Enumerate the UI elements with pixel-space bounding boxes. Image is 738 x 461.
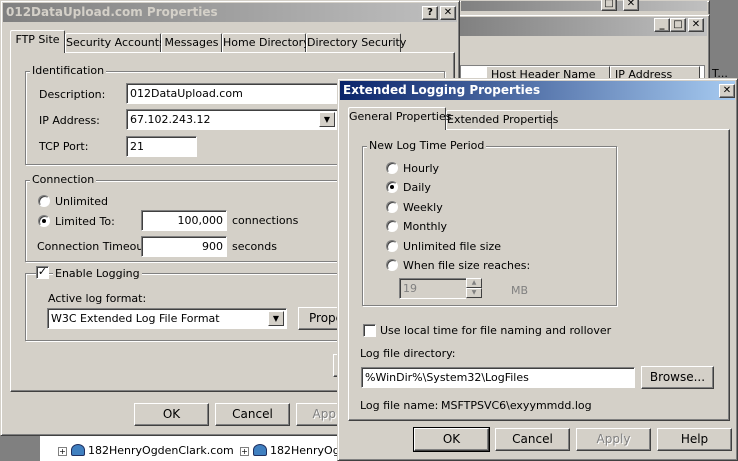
- spin-up-icon[interactable]: ▲: [466, 278, 482, 288]
- mmc-maximize-button[interactable]: □: [670, 18, 686, 32]
- background-window-titlebar: [461, 1, 707, 11]
- bg-maximize-button[interactable]: □: [601, 0, 617, 11]
- unlimited-label: Unlimited: [55, 195, 108, 208]
- connections-unit: connections: [232, 214, 299, 227]
- description-field[interactable]: 012DataUpload.com: [126, 83, 356, 104]
- log-filename-label: Log file name:: [360, 399, 439, 412]
- site-icon: [253, 444, 267, 456]
- tab-home-directory[interactable]: Home Directory: [222, 33, 310, 53]
- monthly-label: Monthly: [403, 220, 448, 233]
- unlimited-size-radio[interactable]: [386, 240, 398, 252]
- help-button[interactable]: Help: [657, 428, 732, 451]
- tab-messages[interactable]: Messages: [161, 33, 222, 53]
- tree-item-label: 182HenryOgdenClark.com: [88, 444, 234, 457]
- expand-icon[interactable]: +: [240, 447, 249, 456]
- file-size-radio[interactable]: [386, 259, 398, 271]
- unlimited-size-label: Unlimited file size: [403, 240, 502, 253]
- close-caption-button[interactable]: ✕: [440, 6, 456, 20]
- monthly-radio[interactable]: [386, 220, 398, 232]
- enable-logging-label: Enable Logging: [53, 267, 142, 281]
- cancel-button[interactable]: Cancel: [215, 403, 290, 426]
- timeout-field[interactable]: 900: [141, 236, 227, 257]
- tab-security-accounts[interactable]: Security Accounts: [65, 33, 165, 53]
- tree-item[interactable]: +182HenryOgdenClark.com: [58, 444, 234, 458]
- identification-label: Identification: [30, 64, 107, 78]
- enable-logging-checkbox[interactable]: ✓: [36, 266, 49, 279]
- weekly-radio[interactable]: [386, 201, 398, 213]
- ok-button[interactable]: OK: [413, 427, 490, 452]
- cancel-button[interactable]: Cancel: [495, 428, 570, 451]
- tab-ftp-site[interactable]: FTP Site: [10, 30, 65, 53]
- tcp-port-field[interactable]: 21: [126, 136, 197, 157]
- ftp-dialog-title: 012DataUpload.com Properties: [6, 5, 218, 19]
- tab-directory-security[interactable]: Directory Security: [306, 33, 406, 53]
- bg-close-button[interactable]: ✕: [623, 0, 639, 11]
- tcp-port-label: TCP Port:: [39, 140, 89, 153]
- daily-radio[interactable]: [386, 181, 398, 193]
- spin-down-icon[interactable]: ▼: [466, 288, 482, 298]
- unlimited-radio[interactable]: [38, 195, 50, 207]
- file-size-field[interactable]: 19: [399, 278, 467, 299]
- local-time-checkbox[interactable]: [363, 324, 376, 337]
- tab-extended-properties[interactable]: Extended Properties: [446, 110, 558, 130]
- mmc-close-button[interactable]: ✕: [688, 18, 704, 32]
- help-caption-button[interactable]: ?: [422, 6, 438, 20]
- apply-button[interactable]: Apply: [576, 428, 651, 451]
- description-label: Description:: [39, 88, 106, 101]
- timeout-label: Connection Timeout:: [37, 240, 152, 253]
- log-dir-field[interactable]: %WinDir%\System32\LogFiles: [361, 367, 635, 388]
- tab-general-properties[interactable]: General Properties: [348, 107, 451, 130]
- ext-dialog-title: Extended Logging Properties: [343, 83, 541, 97]
- mmc-minimize-button[interactable]: _: [654, 18, 670, 32]
- ext-dialog-titlebar: Extended Logging Properties: [340, 81, 735, 100]
- hourly-label: Hourly: [403, 162, 440, 175]
- expand-icon[interactable]: +: [58, 447, 67, 456]
- chevron-down-icon[interactable]: ▼: [319, 112, 335, 127]
- ip-address-value: 67.102.243.12: [130, 113, 211, 126]
- log-filename-value: MSFTPSVC6\exyymmdd.log: [441, 399, 592, 412]
- log-format-value: W3C Extended Log File Format: [51, 312, 220, 325]
- ip-address-combo[interactable]: 67.102.243.12 ▼: [126, 109, 338, 130]
- active-log-format-label: Active log format:: [48, 292, 147, 305]
- seconds-unit: seconds: [232, 240, 277, 253]
- hourly-radio[interactable]: [386, 162, 398, 174]
- log-dir-label: Log file directory:: [360, 347, 456, 360]
- weekly-label: Weekly: [403, 201, 443, 214]
- site-icon: [71, 444, 85, 456]
- ip-address-label: IP Address:: [39, 114, 100, 127]
- log-format-combo[interactable]: W3C Extended Log File Format ▼: [47, 308, 287, 329]
- apply-button[interactable]: App: [296, 403, 341, 426]
- limited-to-radio[interactable]: [38, 215, 50, 227]
- browse-button[interactable]: Browse...: [641, 366, 714, 389]
- ftp-dialog-titlebar: 012DataUpload.com Properties: [3, 3, 457, 22]
- close-caption-button[interactable]: ✕: [719, 84, 735, 98]
- mb-unit: MB: [511, 284, 529, 297]
- daily-label: Daily: [403, 181, 431, 194]
- ok-button[interactable]: OK: [134, 403, 209, 426]
- file-size-label: When file size reaches:: [403, 259, 531, 272]
- limited-to-field[interactable]: 100,000: [141, 210, 227, 231]
- limited-to-label: Limited To:: [55, 215, 115, 228]
- local-time-label: Use local time for file naming and rollo…: [380, 324, 612, 337]
- connection-label: Connection: [30, 173, 97, 187]
- file-size-spinner[interactable]: ▲ ▼: [466, 278, 482, 299]
- time-period-label: New Log Time Period: [367, 139, 487, 153]
- extended-logging-dialog: Extended Logging Properties ✕ General Pr…: [337, 78, 738, 461]
- chevron-down-icon[interactable]: ▼: [268, 311, 284, 326]
